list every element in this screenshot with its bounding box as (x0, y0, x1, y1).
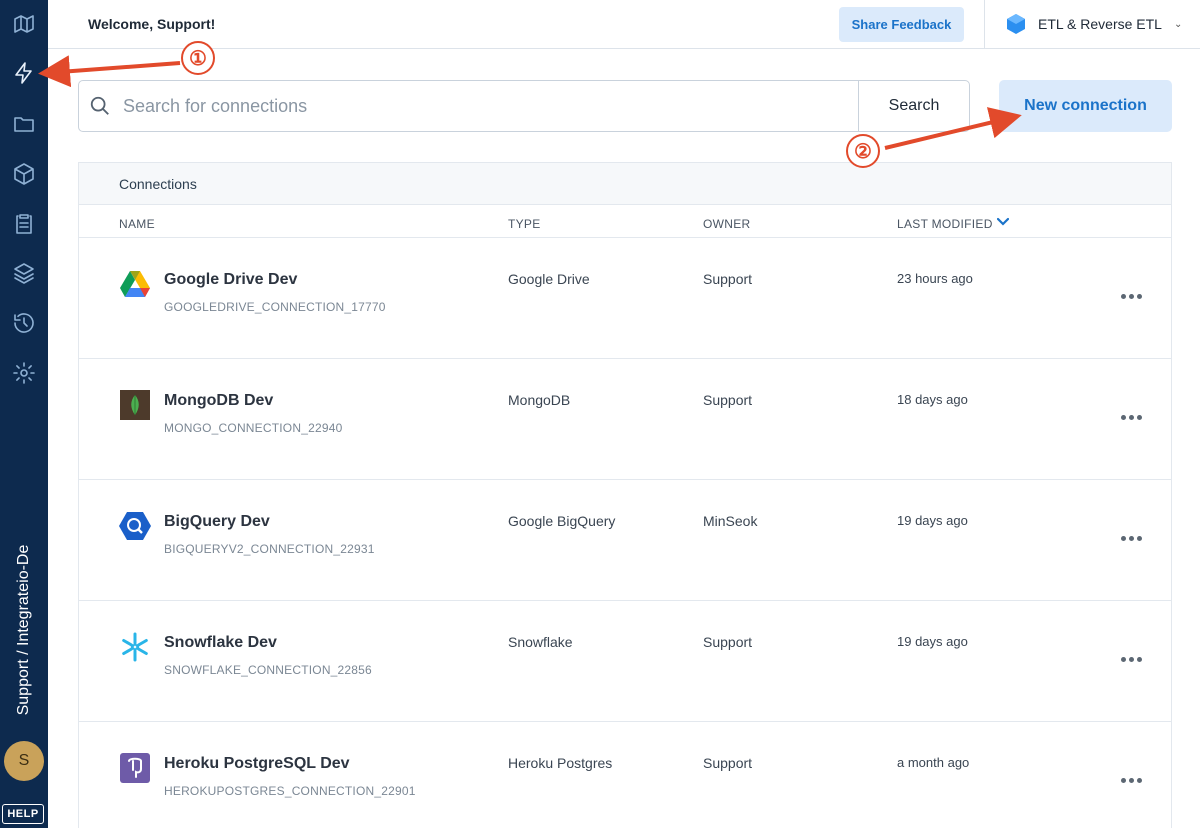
connection-type: Snowflake (508, 634, 573, 650)
lightning-icon[interactable] (8, 57, 40, 89)
welcome-message: Welcome, Support! (88, 16, 216, 32)
connection-name[interactable]: Google Drive Dev (164, 271, 297, 289)
table-row[interactable]: Snowflake Dev SNOWFLAKE_CONNECTION_22856… (79, 601, 1171, 722)
connection-type: Heroku Postgres (508, 755, 613, 771)
table-row[interactable]: Heroku PostgreSQL Dev HEROKUPOSTGRES_CON… (79, 722, 1171, 828)
history-icon[interactable] (8, 307, 40, 339)
annotation-step-2: ② (846, 134, 880, 168)
account-switcher[interactable]: Support / Integrateio-De (8, 540, 40, 720)
connection-id: BIGQUERYV2_CONNECTION_22931 (164, 542, 375, 556)
sidebar: Support / Integrateio-De S HELP (0, 0, 48, 828)
annotation-arrow-1 (38, 55, 181, 88)
help-button[interactable]: HELP (2, 804, 44, 824)
connection-modified: 23 hours ago (897, 271, 973, 286)
more-options-icon[interactable] (1119, 651, 1143, 667)
table-row[interactable]: BigQuery Dev BIGQUERYV2_CONNECTION_22931… (79, 480, 1171, 601)
product-name: ETL & Reverse ETL (1038, 16, 1162, 32)
connection-owner: Support (703, 392, 753, 408)
connection-id: SNOWFLAKE_CONNECTION_22856 (164, 663, 372, 677)
connection-type: MongoDB (508, 392, 571, 408)
header-divider (984, 0, 985, 49)
search-button[interactable]: Search (858, 81, 969, 131)
column-last-modified[interactable]: LAST MODIFIED (897, 217, 993, 231)
more-options-icon[interactable] (1119, 409, 1143, 425)
top-header: Welcome, Support! Share Feedback ETL & R… (48, 0, 1200, 49)
search-bar: Search (78, 80, 970, 132)
more-options-icon[interactable] (1119, 288, 1143, 304)
connection-owner: MinSeok (703, 513, 758, 529)
connection-modified: 19 days ago (897, 634, 968, 649)
connection-name[interactable]: Snowflake Dev (164, 634, 277, 652)
more-options-icon[interactable] (1119, 772, 1143, 788)
more-options-icon[interactable] (1119, 530, 1143, 546)
folder-icon[interactable] (8, 108, 40, 140)
clipboard-icon[interactable] (8, 207, 40, 239)
account-label: Support / Integrateio-De (15, 544, 32, 716)
search-icon (89, 95, 113, 119)
connection-modified: a month ago (897, 755, 970, 770)
connection-id: HEROKUPOSTGRES_CONNECTION_22901 (164, 784, 416, 798)
product-switcher[interactable]: ETL & Reverse ETL ⌄ (1004, 12, 1182, 36)
chevron-down-icon: ⌄ (1173, 18, 1183, 30)
connection-owner: Support (703, 634, 753, 650)
layers-icon[interactable] (8, 257, 40, 289)
column-type[interactable]: TYPE (508, 217, 541, 231)
google-drive-icon (119, 268, 151, 300)
connection-type: Google BigQuery (508, 513, 616, 529)
connection-type: Google Drive (508, 271, 590, 287)
connection-name[interactable]: Heroku PostgreSQL Dev (164, 755, 350, 773)
logo-icon[interactable] (8, 8, 40, 40)
connections-table: Connections NAME TYPE OWNER LAST MODIFIE… (78, 162, 1172, 828)
snowflake-icon (119, 631, 151, 663)
connection-modified: 18 days ago (897, 392, 968, 407)
table-header: NAME TYPE OWNER LAST MODIFIED (79, 205, 1171, 238)
table-caption: Connections (79, 163, 1171, 205)
column-name[interactable]: NAME (119, 217, 155, 231)
column-owner[interactable]: OWNER (703, 217, 751, 231)
connection-name[interactable]: MongoDB Dev (164, 392, 273, 410)
postgres-icon (119, 752, 151, 784)
share-feedback-button[interactable]: Share Feedback (839, 7, 964, 42)
connection-id: MONGO_CONNECTION_22940 (164, 421, 343, 435)
connection-owner: Support (703, 755, 753, 771)
avatar[interactable]: S (4, 741, 44, 781)
sort-descending-icon[interactable] (997, 217, 1009, 227)
search-input[interactable] (123, 89, 853, 123)
new-connection-button[interactable]: New connection (999, 80, 1172, 132)
product-logo-icon (1007, 14, 1025, 34)
connection-modified: 19 days ago (897, 513, 968, 528)
table-row[interactable]: Google Drive Dev GOOGLEDRIVE_CONNECTION_… (79, 238, 1171, 359)
gear-icon[interactable] (8, 357, 40, 389)
table-row[interactable]: MongoDB Dev MONGO_CONNECTION_22940 Mongo… (79, 359, 1171, 480)
annotation-step-1: ① (181, 41, 215, 75)
bigquery-icon (119, 510, 151, 542)
connection-owner: Support (703, 271, 753, 287)
connection-id: GOOGLEDRIVE_CONNECTION_17770 (164, 300, 386, 314)
connection-name[interactable]: BigQuery Dev (164, 513, 270, 531)
mongodb-icon (119, 389, 151, 421)
package-icon[interactable] (8, 158, 40, 190)
